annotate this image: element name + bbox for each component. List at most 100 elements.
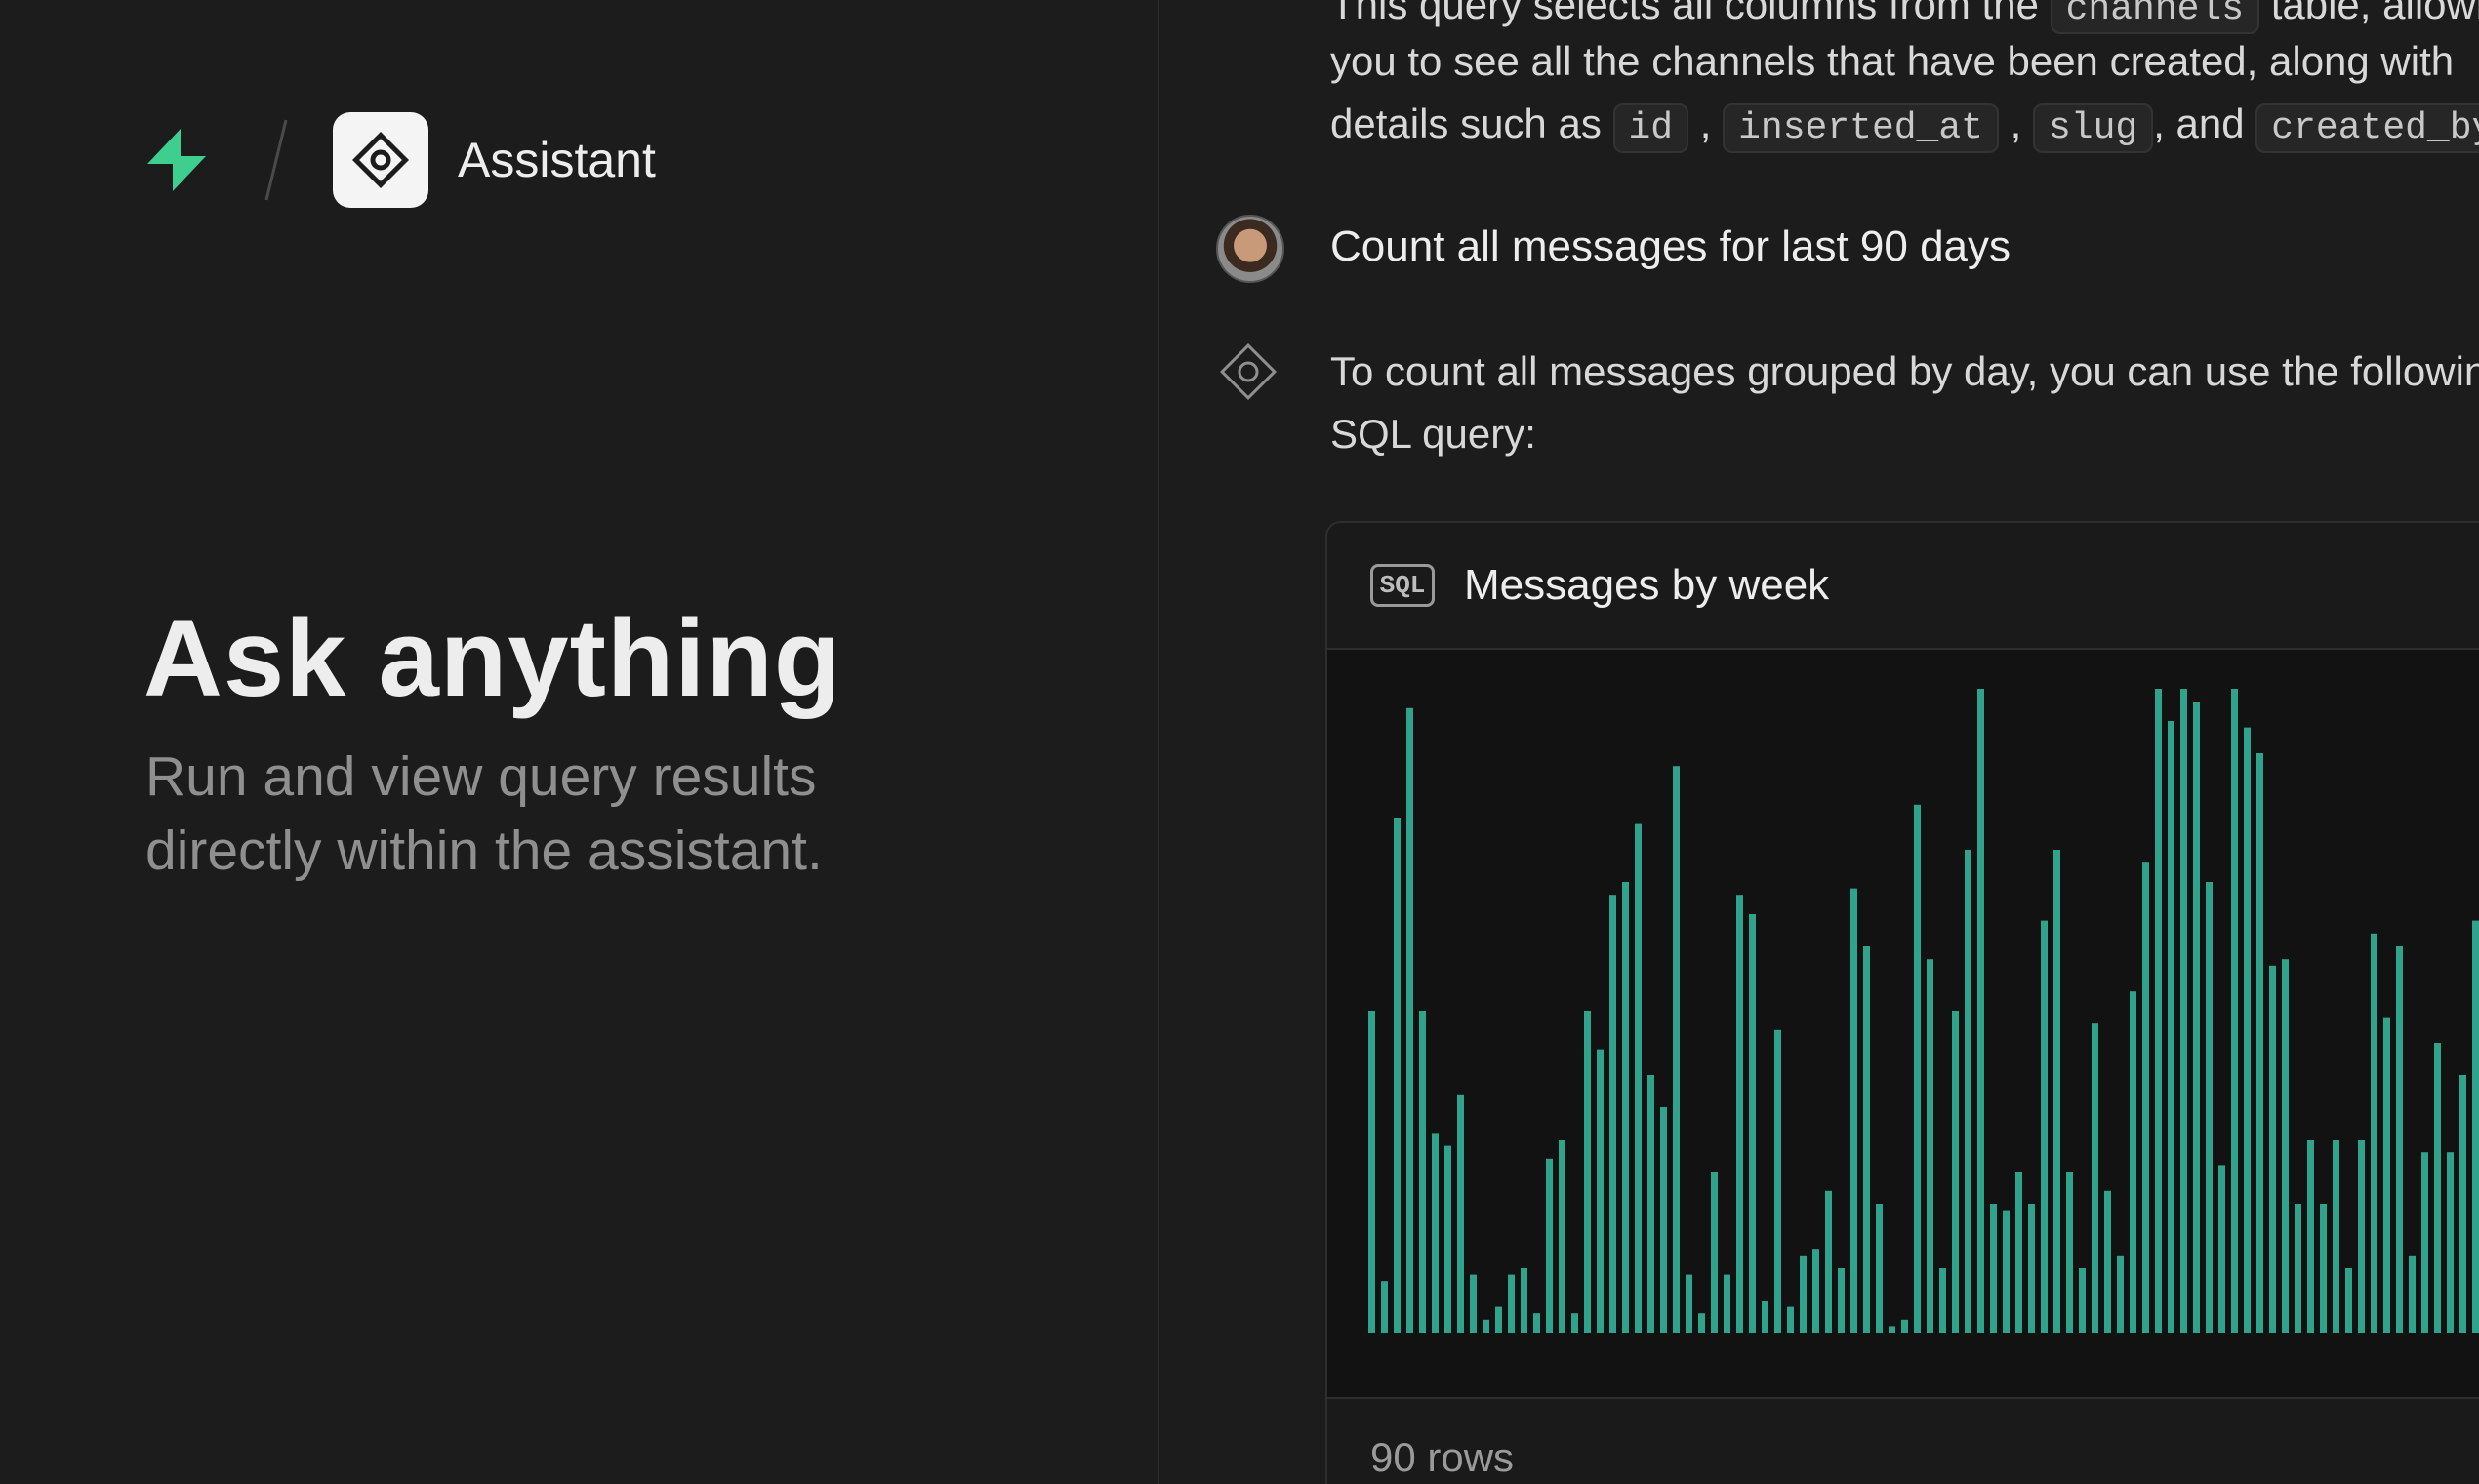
chart-bar[interactable] <box>2041 920 2048 1333</box>
chart-bar[interactable] <box>2409 1255 2416 1333</box>
chart-bar[interactable] <box>1483 1319 1489 1333</box>
breadcrumb-separator <box>264 119 288 201</box>
chart-bar[interactable] <box>1508 1274 1515 1333</box>
chart-bar[interactable] <box>1838 1268 1845 1333</box>
chart-bar[interactable] <box>1774 1029 1781 1333</box>
chart-bar[interactable] <box>2066 1172 2073 1333</box>
prev-response-text: table, allowing <box>2270 0 2479 27</box>
comma: , <box>1998 100 2033 146</box>
chart-bar[interactable] <box>1711 1172 1718 1333</box>
chart-bar[interactable] <box>2396 946 2403 1333</box>
chart-bar[interactable] <box>1762 1301 1768 1333</box>
assistant-diamond-icon <box>1220 343 1277 400</box>
chart-bar[interactable] <box>2092 1023 2098 1333</box>
chart-bar[interactable] <box>2003 1210 2010 1333</box>
chart-bar[interactable] <box>1914 804 1921 1333</box>
chart-bar[interactable] <box>1419 1011 1426 1333</box>
hero-subtitle: Run and view query results directly with… <box>145 740 1024 888</box>
result-card-header: SQL Messages by week <box>1327 523 2479 650</box>
chart-bar[interactable] <box>1559 1140 1565 1333</box>
chart-bar[interactable] <box>1406 707 1413 1333</box>
chart-bar[interactable] <box>2320 1204 2327 1333</box>
chart-bar[interactable] <box>2168 721 2174 1333</box>
chart-bar[interactable] <box>2256 753 2263 1333</box>
chart-bar[interactable] <box>2244 727 2251 1333</box>
chart-bar[interactable] <box>1584 1011 1591 1333</box>
chart-bar[interactable] <box>2079 1268 2086 1333</box>
chart-bar[interactable] <box>1825 1190 1832 1333</box>
chart-bar[interactable] <box>1812 1249 1819 1333</box>
chart-bar[interactable] <box>2218 1165 2225 1333</box>
chart-bar[interactable] <box>2358 1140 2365 1333</box>
chart-bar[interactable] <box>1698 1313 1705 1333</box>
hero-subtitle-line-1: Run and view query results <box>145 745 817 808</box>
chart-bar[interactable] <box>2307 1140 2314 1333</box>
chart-bar[interactable] <box>1787 1306 1794 1333</box>
chart-bar[interactable] <box>2333 1140 2339 1333</box>
chart-bar[interactable] <box>2459 1075 2466 1333</box>
chart-bar[interactable] <box>1850 888 1857 1333</box>
chart-bar[interactable] <box>1724 1274 1730 1333</box>
chart-bar[interactable] <box>2345 1268 2352 1333</box>
chart-bar[interactable] <box>1432 1133 1439 1333</box>
chart-bar[interactable] <box>2421 1152 2428 1333</box>
chart-bar[interactable] <box>1394 818 1401 1333</box>
chart-bar[interactable] <box>1686 1274 1692 1333</box>
chart-bar[interactable] <box>1470 1274 1477 1333</box>
chart-bar[interactable] <box>1635 823 1642 1333</box>
chart-bar[interactable] <box>1863 946 1870 1333</box>
chart-bar[interactable] <box>1495 1306 1502 1333</box>
chart-bar[interactable] <box>1749 914 1756 1333</box>
chart-bar[interactable] <box>1622 882 1629 1333</box>
chart-bar[interactable] <box>2447 1152 2454 1333</box>
supabase-logo-icon[interactable] <box>143 127 210 193</box>
bar-chart <box>1327 650 2479 1399</box>
chart-bar[interactable] <box>2295 1204 2301 1333</box>
chart-bar[interactable] <box>2269 965 2276 1333</box>
chart-bar[interactable] <box>1952 1011 1959 1333</box>
chart-bar[interactable] <box>1444 1145 1451 1333</box>
chart-bar[interactable] <box>1609 895 1616 1333</box>
chart-bar[interactable] <box>2383 1017 2390 1333</box>
chart-bar[interactable] <box>1939 1268 1946 1333</box>
chart-bar[interactable] <box>2206 882 2213 1333</box>
chart-bar[interactable] <box>1571 1313 1578 1333</box>
inline-code-slug: slug <box>2032 103 2154 153</box>
chart-bar[interactable] <box>1927 959 1933 1333</box>
chart-bar[interactable] <box>2472 920 2479 1333</box>
chart-bar[interactable] <box>1647 1075 1654 1333</box>
chart-bar[interactable] <box>1597 1049 1604 1333</box>
chart-bar[interactable] <box>1736 895 1743 1333</box>
assistant-logo[interactable] <box>333 112 428 208</box>
chart-bar[interactable] <box>1457 1094 1464 1333</box>
chart-bar[interactable] <box>1965 850 1971 1333</box>
chart-bar[interactable] <box>1660 1107 1667 1333</box>
chart-bar[interactable] <box>2015 1172 2022 1333</box>
chart-bar[interactable] <box>1800 1255 1807 1333</box>
chart-bar[interactable] <box>2155 689 2162 1333</box>
chart-bar[interactable] <box>2434 1043 2441 1333</box>
chart-bar[interactable] <box>2130 991 2136 1333</box>
chart-bar[interactable] <box>2282 959 2289 1333</box>
chart-bar[interactable] <box>1977 689 1984 1333</box>
chart-bar[interactable] <box>2053 850 2060 1333</box>
chart-bar[interactable] <box>1901 1319 1908 1333</box>
chart-bar[interactable] <box>1533 1313 1540 1333</box>
chart-bar[interactable] <box>2231 689 2238 1333</box>
chart-bar[interactable] <box>1381 1281 1388 1333</box>
chart-bar[interactable] <box>1546 1158 1553 1333</box>
chart-bar[interactable] <box>2104 1190 2111 1333</box>
chart-bar[interactable] <box>1876 1204 1883 1333</box>
chart-bar[interactable] <box>1368 1011 1375 1333</box>
chart-bar[interactable] <box>2028 1204 2035 1333</box>
chart-bar[interactable] <box>1990 1204 1997 1333</box>
chart-bar[interactable] <box>2142 862 2149 1333</box>
chart-bar[interactable] <box>1521 1268 1527 1333</box>
chart-bar[interactable] <box>1673 766 1680 1333</box>
chart-bar[interactable] <box>2193 702 2200 1333</box>
chart-bar[interactable] <box>2117 1255 2124 1333</box>
chart-bar[interactable] <box>2371 933 2377 1333</box>
chart-bar[interactable] <box>1889 1326 1895 1333</box>
brand-bar: Assistant <box>143 109 656 211</box>
chart-bar[interactable] <box>2180 689 2187 1333</box>
